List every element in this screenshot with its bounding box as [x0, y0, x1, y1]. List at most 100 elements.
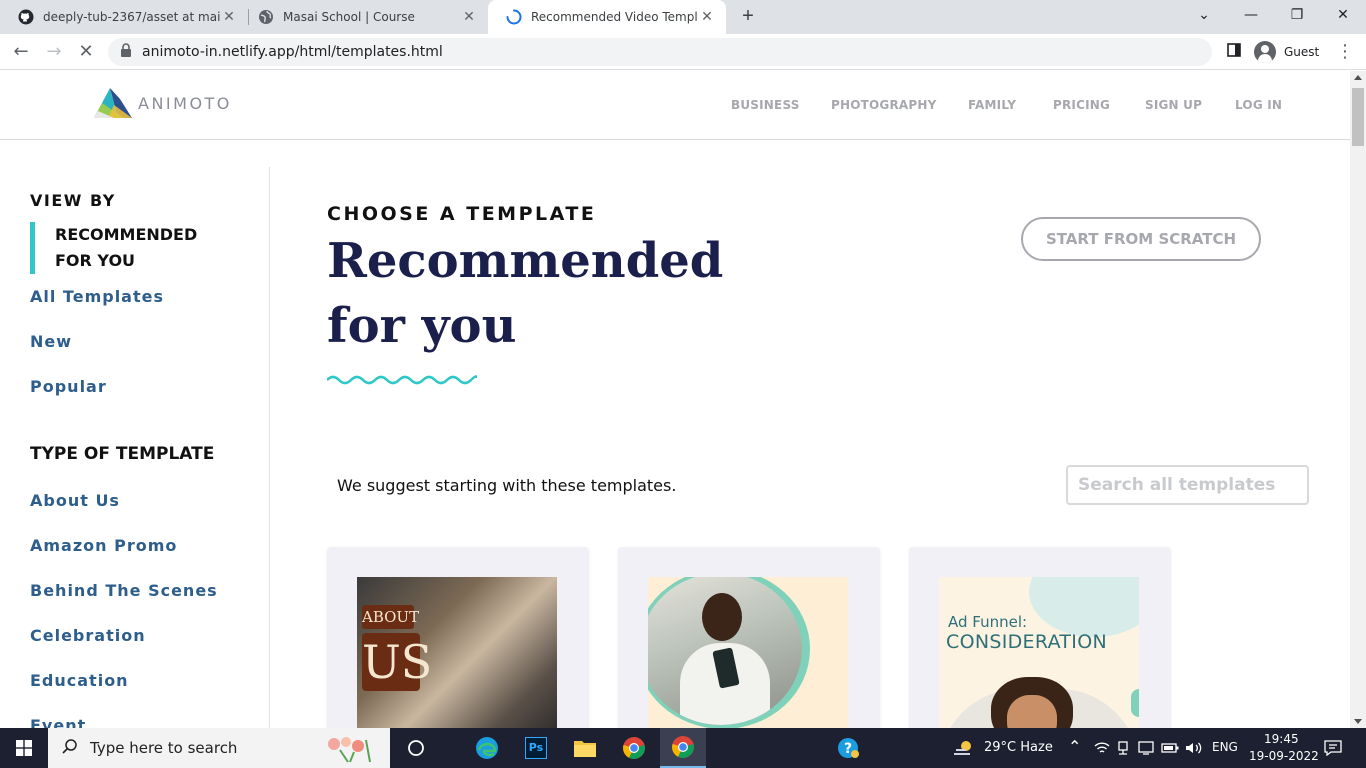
sidebar-item-education[interactable]: Education — [30, 671, 129, 690]
ad-funnel-label: Ad Funnel: — [948, 613, 1028, 631]
taskbar-search-box[interactable]: Type here to search — [48, 728, 390, 768]
window-close-icon[interactable]: ✕ — [1320, 0, 1366, 30]
view-by-heading: VIEW BY — [30, 191, 116, 210]
nav-sign-up[interactable]: SIGN UP — [1145, 98, 1202, 112]
page-viewport: ANIMOTO BUSINESS PHOTOGRAPHY FAMILY PRIC… — [0, 71, 1350, 728]
globe-icon — [258, 9, 274, 25]
template-card[interactable]: ABOUT US — [327, 547, 589, 728]
lock-icon — [120, 42, 132, 62]
squiggle-underline — [327, 375, 477, 385]
sidebar-item-about-us[interactable]: About Us — [30, 491, 120, 510]
windows-start-icon[interactable] — [0, 728, 48, 768]
tab-title: deeply-tub-2367/asset at main · — [43, 10, 220, 24]
notification-icon[interactable] — [1318, 728, 1348, 768]
about-label: ABOUT — [362, 605, 419, 629]
template-card[interactable]: Ad Funnel: CONSIDERATION — [909, 547, 1171, 728]
tab-github[interactable]: deeply-tub-2367/asset at main · ✕ — [0, 0, 248, 34]
profile-name: Guest — [1284, 45, 1320, 59]
page-title: Recommended for you — [327, 233, 724, 354]
photoshop-icon[interactable]: Ps — [516, 728, 556, 768]
nav-family[interactable]: FAMILY — [968, 98, 1016, 112]
file-explorer-icon[interactable] — [564, 728, 606, 768]
volume-icon[interactable] — [1184, 728, 1204, 768]
site-header: ANIMOTO BUSINESS PHOTOGRAPHY FAMILY PRIC… — [0, 71, 1350, 140]
battery-icon[interactable] — [1160, 728, 1180, 768]
weather-text[interactable]: 29°C Haze — [984, 740, 1053, 755]
help-icon[interactable]: ? — [826, 728, 870, 768]
minimize-icon[interactable]: — — [1228, 0, 1274, 30]
scroll-up-arrow-icon[interactable] — [1354, 75, 1362, 80]
side-panel-icon[interactable] — [1222, 40, 1246, 64]
mint-blob — [1029, 577, 1139, 637]
more-menu-icon[interactable]: ⋮ — [1333, 40, 1357, 64]
page-scrollbar[interactable] — [1350, 71, 1366, 728]
new-tab-icon[interactable]: + — [736, 4, 760, 28]
clock-date[interactable]: 19-09-2022 — [1249, 749, 1319, 763]
profile-button[interactable]: Guest — [1250, 39, 1329, 65]
address-bar[interactable]: animoto-in.netlify.app/html/templates.ht… — [108, 38, 1212, 66]
browser-tab-strip: deeply-tub-2367/asset at main · ✕ Masai … — [0, 0, 1366, 34]
chrome-active-icon[interactable] — [660, 728, 706, 768]
edge-icon[interactable] — [466, 728, 508, 768]
nav-business[interactable]: BUSINESS — [731, 98, 800, 112]
teal-dot — [1131, 689, 1139, 717]
nav-photography[interactable]: PHOTOGRAPHY — [831, 98, 937, 112]
search-templates-input[interactable] — [1066, 465, 1309, 505]
forward-arrow-icon[interactable]: → — [42, 40, 66, 64]
scrollbar-thumb[interactable] — [1352, 88, 1364, 146]
windows-taskbar: Type here to search Ps ? 29°C Haze ⌃ ENG… — [0, 728, 1366, 768]
sidebar-item-new[interactable]: New — [30, 332, 72, 351]
url-text: animoto-in.netlify.app/html/templates.ht… — [142, 44, 443, 60]
tab-masai[interactable]: Masai School | Course ✕ — [240, 0, 488, 34]
tab-title: Recommended Video Templates — [531, 10, 698, 24]
template-thumbnail[interactable] — [648, 577, 848, 728]
weather-haze-icon[interactable] — [948, 728, 980, 768]
task-view-icon[interactable] — [396, 728, 436, 768]
sidebar-divider — [269, 167, 270, 728]
svg-text:?: ? — [844, 741, 852, 757]
wifi-icon[interactable] — [1092, 728, 1112, 768]
consideration-label: CONSIDERATION — [946, 631, 1107, 653]
suggest-text: We suggest starting with these templates… — [337, 476, 677, 495]
type-of-template-heading: TYPE OF TEMPLATE — [30, 444, 215, 464]
display-icon[interactable] — [1136, 728, 1156, 768]
scroll-down-arrow-icon[interactable] — [1354, 719, 1362, 724]
tab-title: Masai School | Course — [283, 10, 415, 24]
animoto-logo[interactable]: ANIMOTO — [94, 87, 232, 119]
stop-loading-icon[interactable]: ✕ — [74, 40, 98, 64]
taskbar-search-placeholder: Type here to search — [90, 739, 238, 757]
github-icon — [18, 9, 34, 25]
template-thumbnail[interactable]: Ad Funnel: CONSIDERATION — [939, 577, 1139, 728]
chrome-icon[interactable] — [612, 728, 656, 768]
sidebar-item-popular[interactable]: Popular — [30, 377, 107, 396]
tray-chevron-up-icon[interactable]: ⌃ — [1068, 737, 1081, 756]
tab-search-chevron-icon[interactable]: ⌄ — [1181, 0, 1227, 30]
logo-mark-icon — [94, 88, 132, 118]
search-icon — [62, 738, 78, 758]
close-icon[interactable]: ✕ — [460, 9, 478, 25]
start-from-scratch-button[interactable]: START FROM SCRATCH — [1021, 217, 1261, 261]
nav-pricing[interactable]: PRICING — [1053, 98, 1110, 112]
restore-icon[interactable]: ❐ — [1274, 0, 1320, 30]
avatar-icon — [1254, 41, 1276, 63]
person-head — [702, 593, 742, 641]
sidebar-item-amazon-promo[interactable]: Amazon Promo — [30, 536, 177, 555]
template-card[interactable] — [618, 547, 880, 728]
back-arrow-icon[interactable]: ← — [9, 40, 33, 64]
language-indicator[interactable]: ENG — [1212, 740, 1238, 754]
nav-log-in[interactable]: LOG IN — [1235, 98, 1282, 112]
network-icon[interactable] — [1114, 728, 1132, 768]
eyebrow-heading: CHOOSE A TEMPLATE — [327, 203, 597, 225]
sidebar-item-recommended[interactable]: RECOMMENDED FOR YOU — [30, 222, 230, 274]
close-icon[interactable]: ✕ — [698, 9, 716, 25]
close-icon[interactable]: ✕ — [220, 9, 238, 25]
sidebar-item-event[interactable]: Event — [30, 716, 86, 728]
loading-spinner-icon — [506, 9, 522, 25]
template-thumbnail[interactable]: ABOUT US — [357, 577, 557, 728]
us-label: US — [362, 633, 433, 691]
sidebar-item-celebration[interactable]: Celebration — [30, 626, 146, 645]
sidebar-item-behind-the-scenes[interactable]: Behind The Scenes — [30, 581, 218, 600]
clock-time[interactable]: 19:45 — [1264, 732, 1299, 746]
sidebar-item-all-templates[interactable]: All Templates — [30, 287, 164, 306]
tab-recommended[interactable]: Recommended Video Templates ✕ — [488, 0, 726, 34]
